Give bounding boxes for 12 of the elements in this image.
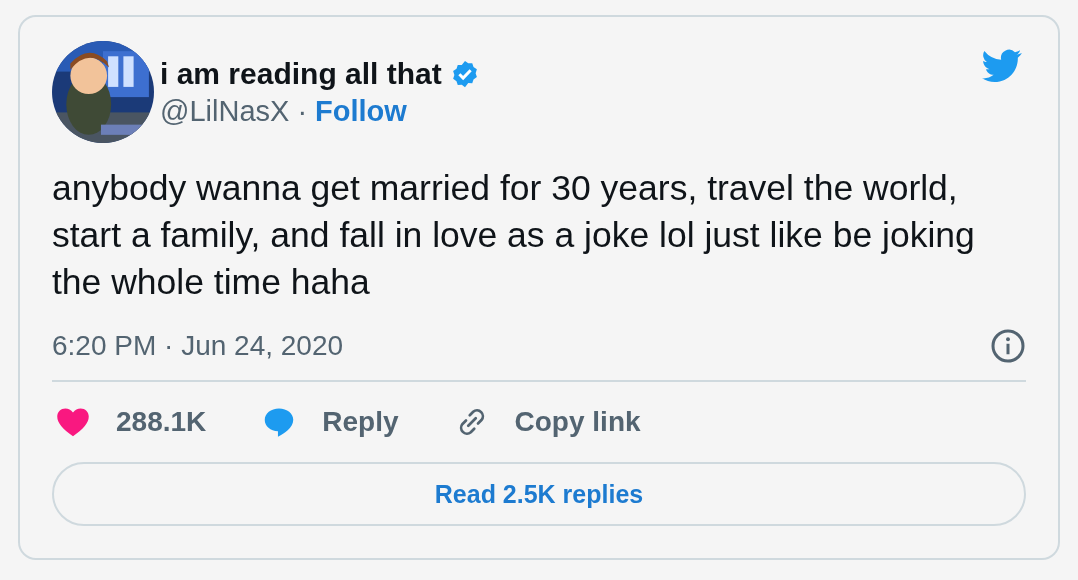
like-button[interactable]: 288.1K bbox=[52, 404, 207, 440]
info-icon[interactable] bbox=[990, 328, 1026, 364]
author-name: i am reading all that bbox=[160, 56, 442, 91]
read-replies-button[interactable]: Read 2.5K replies bbox=[52, 462, 1026, 526]
timestamp[interactable]: 6:20 PM · Jun 24, 2020 bbox=[52, 330, 344, 362]
follow-link[interactable]: Follow bbox=[315, 94, 407, 128]
reply-button[interactable]: Reply bbox=[258, 404, 399, 440]
separator-dot: · bbox=[297, 94, 308, 128]
bird-logo-icon[interactable] bbox=[982, 49, 1022, 83]
author-handle: @LilNasX bbox=[160, 94, 290, 128]
copy-link-button[interactable]: Copy link bbox=[450, 404, 641, 440]
tweet-text: anybody wanna get married for 30 years, travel the world, start a family, and fall in love as a joke lol just like be joking the whole time haha bbox=[52, 167, 976, 304]
